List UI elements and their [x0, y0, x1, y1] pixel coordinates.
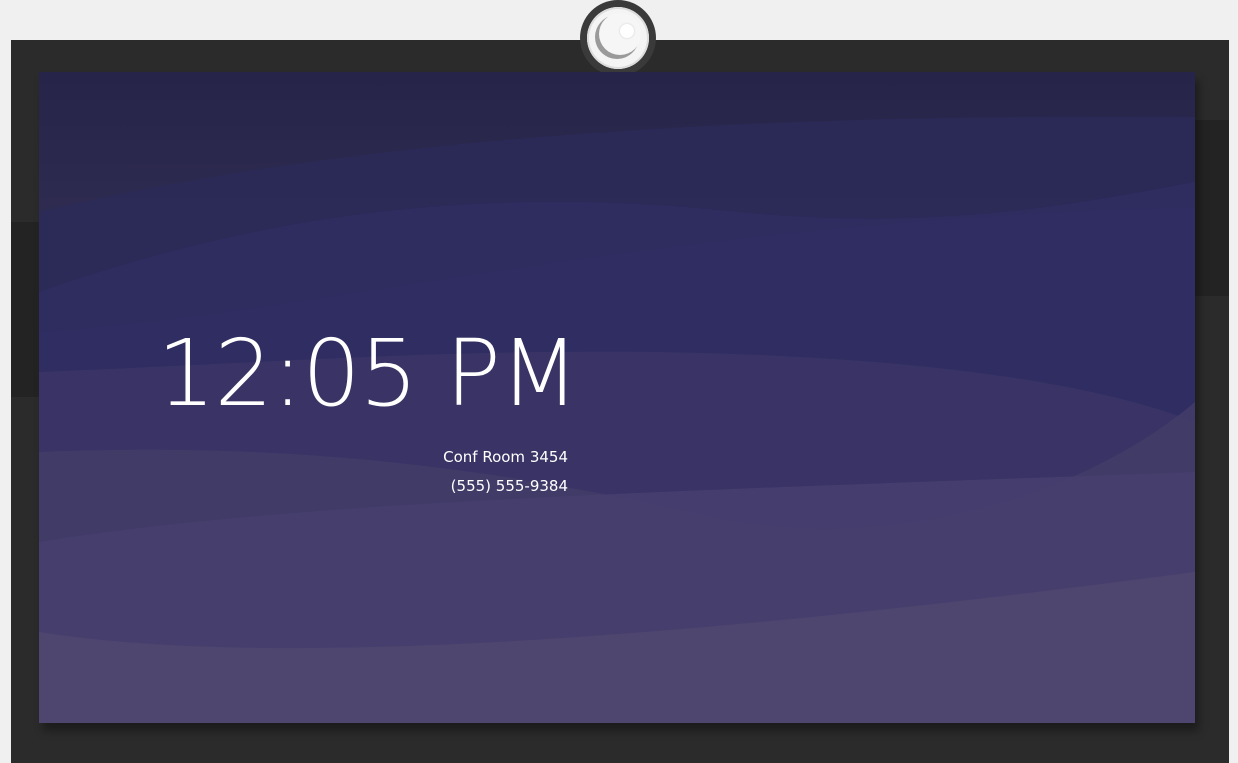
left-side-panel [11, 222, 41, 397]
room-name: Conf Room 3454 [443, 448, 568, 466]
camera-icon [580, 0, 656, 76]
room-info: Conf Room 3454 (555) 555-9384 [443, 443, 568, 501]
camera-lens [587, 7, 649, 69]
teams-room-display: 12:05 PM Conf Room 3454 (555) 555-9384 [0, 0, 1238, 763]
clock-time: 12:05 PM [157, 320, 579, 427]
right-side-panel [1194, 120, 1229, 296]
display-screen: 12:05 PM Conf Room 3454 (555) 555-9384 [39, 72, 1195, 723]
room-phone-number: (555) 555-9384 [450, 477, 568, 495]
